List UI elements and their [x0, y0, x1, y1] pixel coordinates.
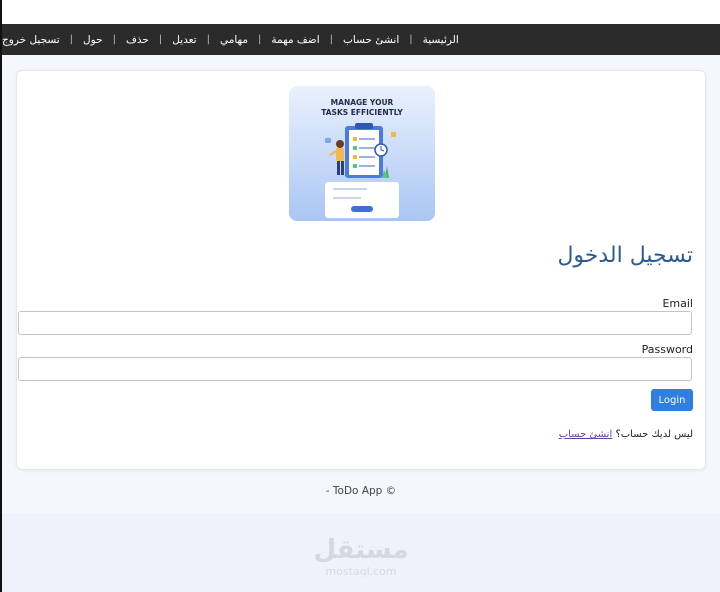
- watermark-latin: mostaql.com: [325, 565, 397, 578]
- email-label: Email: [662, 297, 693, 310]
- nav-delete[interactable]: حذف: [126, 34, 149, 46]
- nav-about[interactable]: حول: [83, 34, 103, 46]
- top-navbar: الرئيسية | انشئ حساب | اضف مهمة | مهامي …: [2, 24, 720, 55]
- nav-home[interactable]: الرئيسية: [423, 34, 459, 46]
- password-field[interactable]: [18, 357, 692, 381]
- nav-add-task[interactable]: اضف مهمة: [271, 34, 319, 46]
- password-label: Password: [641, 343, 693, 356]
- email-field[interactable]: [18, 311, 692, 335]
- task-clipboard-illustration: MANAGE YOUR TASKS EFFICIENTLY: [289, 86, 435, 221]
- signup-prompt: ليس لديك حساب؟ انشئ حساب: [559, 429, 693, 440]
- nav-separator: |: [206, 34, 210, 45]
- no-account-text: ليس لديك حساب؟: [615, 429, 693, 440]
- hero-line1: MANAGE YOUR: [331, 98, 394, 107]
- watermark-arabic: مستقل: [313, 535, 409, 565]
- login-card: MANAGE YOUR TASKS EFFICIENTLY تسجيل الدخ…: [16, 70, 706, 470]
- nav-separator: |: [409, 34, 413, 45]
- nav-separator: |: [158, 34, 163, 45]
- nav-separator: |: [329, 34, 333, 45]
- nav-my-tasks[interactable]: مهامي: [220, 34, 248, 46]
- page-title: تسجيل الدخول: [557, 243, 693, 268]
- hero-line2: TASKS EFFICIENTLY: [321, 108, 403, 117]
- nav-logout[interactable]: تسجيل خروج: [2, 34, 60, 46]
- nav-create-account[interactable]: انشئ حساب: [343, 34, 399, 46]
- nav-edit[interactable]: تعديل: [172, 34, 196, 46]
- nav-separator: |: [112, 34, 116, 45]
- main-content: MANAGE YOUR TASKS EFFICIENTLY تسجيل الدخ…: [2, 55, 720, 513]
- nav-separator: |: [69, 34, 74, 45]
- page-bottom: مستقل mostaql.com: [2, 513, 720, 592]
- nav-separator: |: [258, 34, 262, 45]
- signup-link[interactable]: انشئ حساب: [559, 429, 613, 440]
- login-button[interactable]: Login: [651, 389, 693, 411]
- hero-image: MANAGE YOUR TASKS EFFICIENTLY: [289, 86, 435, 221]
- top-strip: [0, 0, 720, 24]
- footer: - ToDo App ©: [325, 485, 397, 497]
